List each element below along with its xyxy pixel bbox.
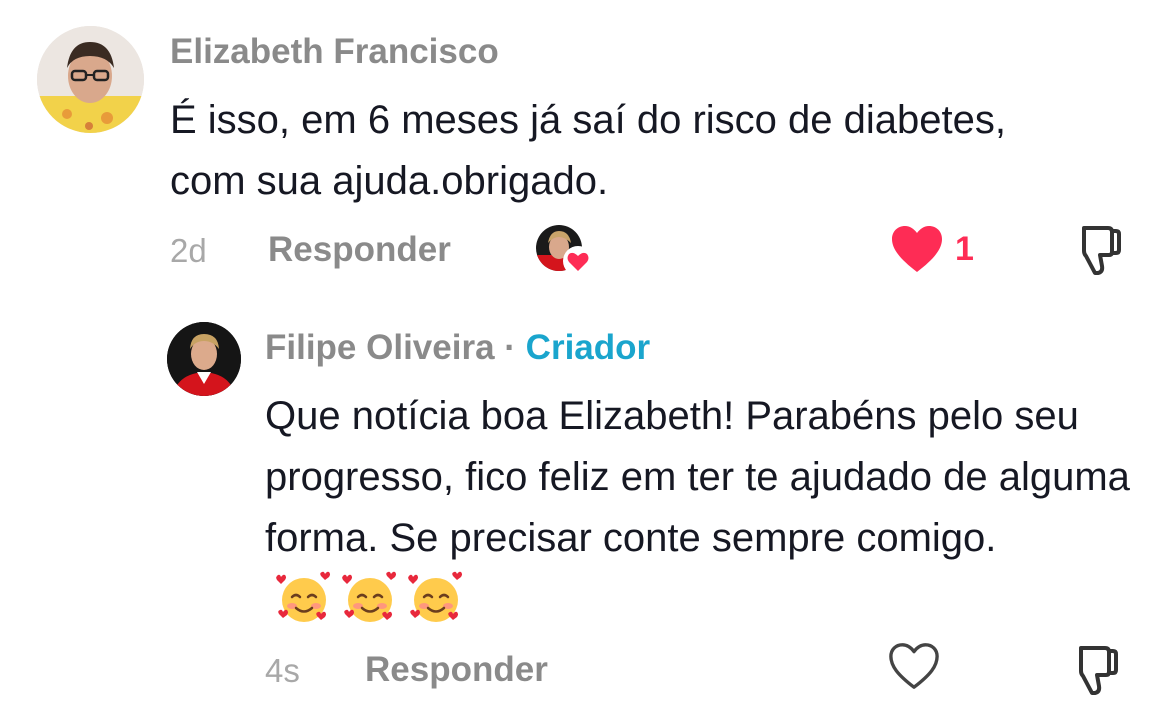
reply-button[interactable]: Responder bbox=[268, 230, 451, 270]
thumbs-down-icon[interactable] bbox=[1065, 642, 1121, 698]
avatar[interactable] bbox=[167, 322, 241, 396]
avatar[interactable] bbox=[37, 26, 144, 133]
comment-text: É isso, em 6 meses já saí do risco de di… bbox=[170, 98, 1006, 203]
smiling-face-with-hearts-icon bbox=[408, 572, 462, 623]
reply-author[interactable]: Filipe Oliveira bbox=[265, 328, 495, 367]
thumbs-down-icon[interactable] bbox=[1068, 222, 1124, 278]
reply-button[interactable]: Responder bbox=[365, 650, 548, 690]
separator-dot: · bbox=[504, 328, 516, 367]
heart-outline-icon[interactable] bbox=[888, 642, 940, 692]
reply-timestamp: 4s bbox=[265, 652, 300, 689]
reply-text-content: Que notícia boa Elizabeth! Parabéns pelo… bbox=[265, 394, 1130, 560]
reply-header: Filipe Oliveira · Criador bbox=[265, 328, 650, 368]
creator-badge: Criador bbox=[525, 328, 651, 367]
like-count: 1 bbox=[955, 230, 974, 268]
comment-timestamp: 2d bbox=[170, 232, 207, 269]
creator-liked-badge bbox=[535, 223, 595, 279]
reply-text: Que notícia boa Elizabeth! Parabéns pelo… bbox=[265, 386, 1145, 632]
emoji-row bbox=[275, 570, 473, 632]
heart-icon[interactable] bbox=[890, 225, 944, 275]
comment-author[interactable]: Elizabeth Francisco bbox=[170, 32, 499, 72]
smiling-face-with-hearts-icon bbox=[276, 572, 330, 623]
smiling-face-with-hearts-icon bbox=[342, 572, 396, 623]
